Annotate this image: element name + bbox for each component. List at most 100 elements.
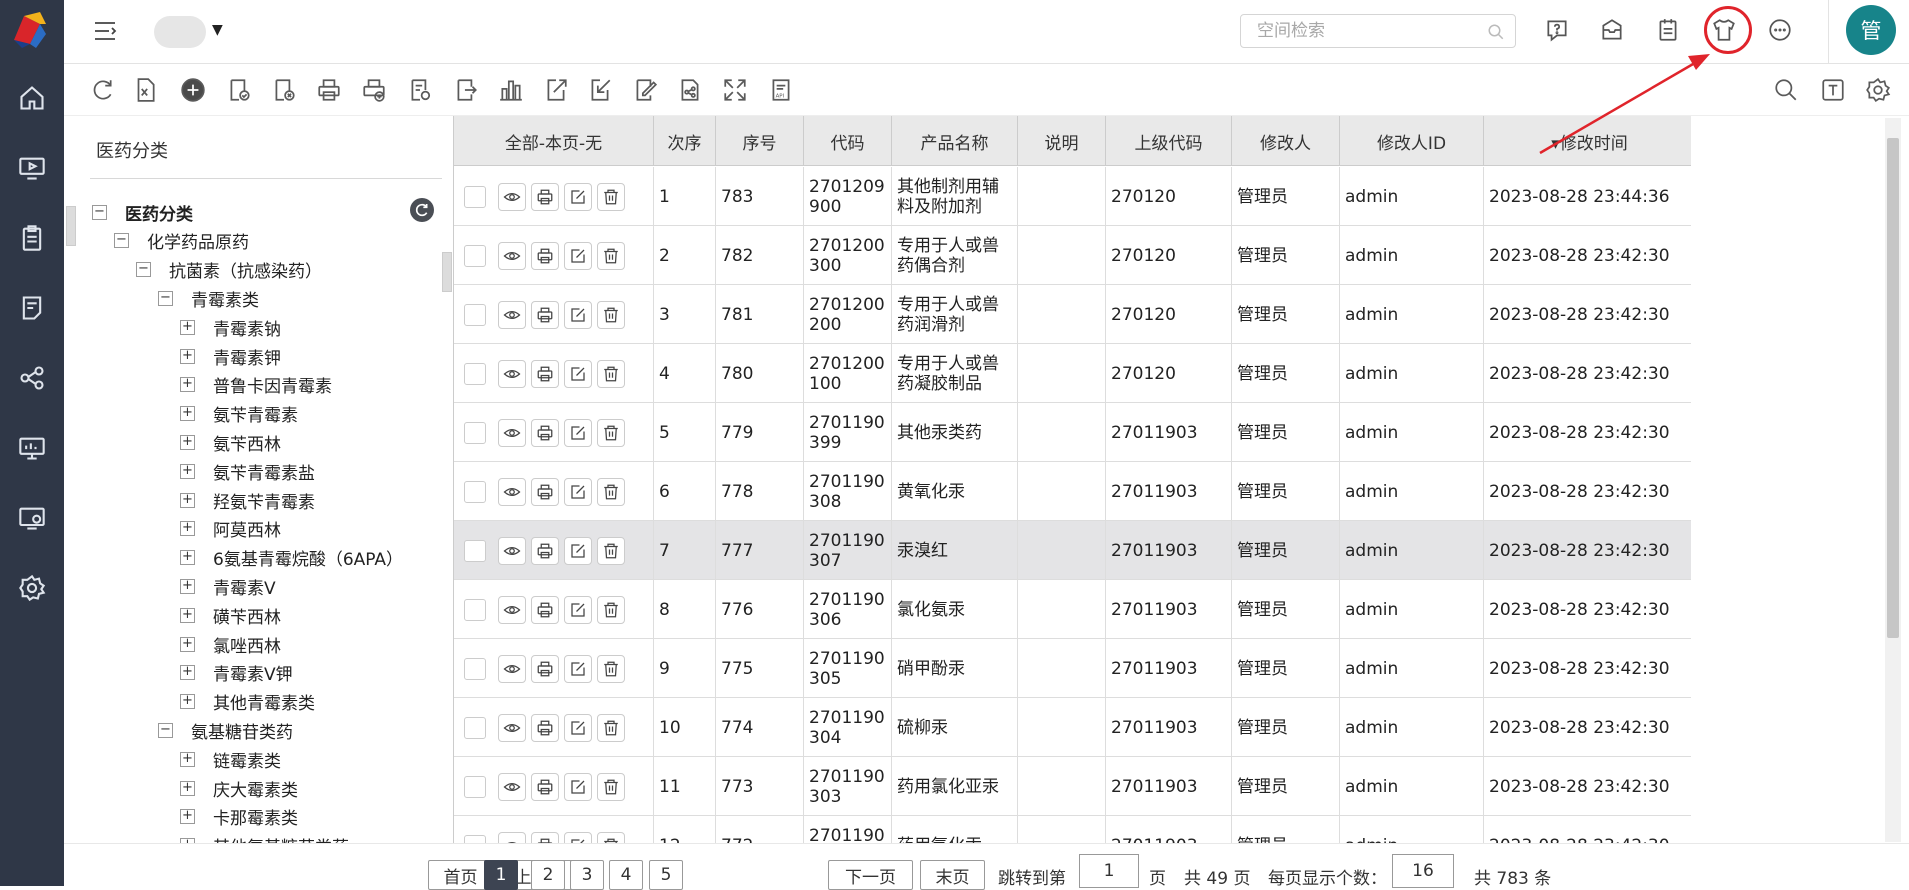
tree-node-label[interactable]: 卡那霉素类	[213, 804, 298, 829]
expand-icon[interactable]: +	[180, 319, 195, 335]
view-icon[interactable]	[498, 772, 526, 801]
collapse-icon[interactable]: −	[136, 262, 151, 278]
expand-icon[interactable]: +	[180, 492, 195, 508]
tree-node[interactable]: − 抗菌素（抗感染药）	[136, 259, 322, 282]
tree-node[interactable]: − 氨基糖苷类药	[158, 719, 293, 743]
row-checkbox[interactable]	[464, 716, 486, 739]
expand-icon[interactable]: +	[180, 348, 195, 364]
expand-icon[interactable]: +	[180, 665, 195, 681]
tree-node[interactable]: + 氯唑西林	[180, 632, 281, 657]
clipboard-icon[interactable]	[14, 220, 50, 256]
col-header-time[interactable]: ▾修改时间	[1484, 116, 1691, 166]
col-header-select[interactable]: 全部-本页-无	[454, 116, 654, 166]
col-header-desc[interactable]: 说明	[1018, 116, 1106, 166]
expand-icon[interactable]: +	[180, 434, 195, 450]
text-format-icon[interactable]	[1818, 75, 1848, 105]
expand-icon[interactable]: +	[180, 377, 195, 393]
row-checkbox[interactable]	[464, 539, 486, 562]
table-row[interactable]: 11 773 2701190 303 药用氯化亚汞 27011903 管理员 admin 20…	[454, 757, 1691, 816]
print-icon[interactable]	[531, 536, 559, 565]
tree-node-label[interactable]: 医药分类	[125, 200, 193, 225]
tree-node[interactable]: − 化学药品原药	[114, 230, 249, 253]
tree-node-label[interactable]: 庆大霉素类	[213, 776, 298, 801]
tree-node[interactable]: + 青霉素V	[180, 575, 276, 599]
delete-icon[interactable]	[597, 654, 625, 683]
delete-icon[interactable]	[597, 772, 625, 801]
delete-icon[interactable]	[597, 713, 625, 742]
doc-settings-icon[interactable]	[405, 75, 435, 105]
tree-node-label[interactable]: 磺苄西林	[213, 603, 281, 628]
print-icon[interactable]	[531, 713, 559, 742]
delete-icon[interactable]	[597, 359, 625, 388]
table-row[interactable]: 5 779 2701190 399 其他汞类药 27011903 管理员 admin 2023…	[454, 403, 1691, 462]
delete-icon[interactable]	[597, 477, 625, 506]
row-checkbox[interactable]	[464, 303, 486, 326]
print-icon[interactable]	[531, 654, 559, 683]
inbox-icon[interactable]	[1597, 15, 1627, 45]
share-out-icon[interactable]	[541, 75, 571, 105]
collapse-icon[interactable]: −	[114, 233, 129, 249]
tree-node[interactable]: + 氨苄西林	[180, 430, 281, 455]
delete-icon[interactable]	[597, 241, 625, 270]
tree-node-label[interactable]: 氯唑西林	[213, 632, 281, 657]
print-icon[interactable]	[531, 595, 559, 624]
tree-node[interactable]: +6氨基青霉烷酸（6APA）	[180, 545, 403, 570]
api-icon[interactable]: API	[766, 75, 796, 105]
view-icon[interactable]	[498, 713, 526, 742]
view-icon[interactable]	[498, 241, 526, 270]
add-icon[interactable]	[178, 75, 208, 105]
view-icon[interactable]	[498, 654, 526, 683]
table-row[interactable]: 10 774 2701190 304 硫柳汞 27011903 管理员 admin 2023-…	[454, 698, 1691, 757]
tree-node[interactable]: + 青霉素V钾	[180, 662, 293, 685]
edit-icon[interactable]	[564, 595, 592, 624]
tree-node-label[interactable]: 氨苄西林	[213, 430, 281, 455]
tree-node-label[interactable]: 6氨基青霉烷酸（6APA）	[213, 545, 403, 570]
tree-node-label[interactable]: 氨苄青霉素	[213, 401, 298, 426]
expand-icon[interactable]: +	[180, 780, 195, 796]
edit-doc-icon[interactable]	[630, 75, 660, 105]
col-header-name[interactable]: 产品名称	[892, 116, 1018, 166]
edit-icon[interactable]	[564, 418, 592, 447]
row-checkbox[interactable]	[464, 834, 486, 843]
delete-icon[interactable]	[597, 418, 625, 447]
col-header-editor[interactable]: 修改人	[1232, 116, 1340, 166]
tree-node[interactable]: + 青霉素钠	[180, 316, 281, 340]
print-icon[interactable]	[531, 182, 559, 211]
table-row[interactable]: 127722701190 302药用氧化汞 27011903管理员admin202…	[454, 816, 1691, 843]
tree-node-label[interactable]: 青霉素类	[191, 286, 259, 311]
view-icon[interactable]	[498, 300, 526, 329]
table-row[interactable]: 2 782 2701200 300 专用于人或兽 药偶合剂 270120 管理员 admin…	[454, 226, 1691, 285]
print-add-icon[interactable]	[359, 75, 389, 105]
tree-node[interactable]: + 氨苄青霉素盐	[180, 459, 315, 484]
approve-icon[interactable]	[224, 75, 254, 105]
tree-node[interactable]: + 卡那霉素类	[180, 804, 298, 829]
table-row[interactable]: 7 777 2701190 307 汞溴红 27011903 管理员 admin 2023-0…	[454, 521, 1691, 580]
row-checkbox[interactable]	[464, 362, 486, 385]
row-checkbox[interactable]	[464, 598, 486, 621]
table-row[interactable]: 9 775 2701190 305 硝甲酚汞 27011903 管理员 admin 2023-…	[454, 639, 1691, 698]
tree-node[interactable]: + 其他青霉素类	[180, 691, 315, 714]
sidebar-resize-handle[interactable]	[66, 206, 76, 246]
edit-icon[interactable]	[564, 477, 592, 506]
print-icon[interactable]	[531, 241, 559, 270]
view-icon[interactable]	[498, 831, 526, 843]
monitor-icon[interactable]	[14, 430, 50, 466]
user-name-placeholder[interactable]	[154, 16, 206, 48]
tree-node[interactable]: + 羟氨苄青霉素	[180, 489, 315, 513]
tree-resize-handle[interactable]	[442, 252, 452, 292]
help-icon[interactable]	[1542, 15, 1572, 45]
refresh-icon[interactable]	[87, 75, 117, 105]
space-search-input[interactable]	[1241, 15, 1471, 47]
tree-node-label[interactable]: 氨苄青霉素盐	[213, 459, 315, 484]
fullscreen-icon[interactable]	[720, 75, 750, 105]
export-icon[interactable]	[451, 75, 481, 105]
document-icon[interactable]	[14, 290, 50, 326]
expand-icon[interactable]: +	[180, 521, 195, 537]
import-icon[interactable]	[585, 75, 615, 105]
print-icon[interactable]	[531, 772, 559, 801]
tree-node[interactable]: + 普鲁卡因青霉素	[180, 374, 332, 397]
table-row[interactable]: 4 780 2701200 100 专用于人或兽 药凝胶制品 270120 管理员 admi…	[454, 344, 1691, 403]
scrollbar-thumb[interactable]	[1887, 138, 1899, 638]
tree-node[interactable]: + 阿莫西林	[180, 518, 281, 541]
view-icon[interactable]	[498, 536, 526, 565]
